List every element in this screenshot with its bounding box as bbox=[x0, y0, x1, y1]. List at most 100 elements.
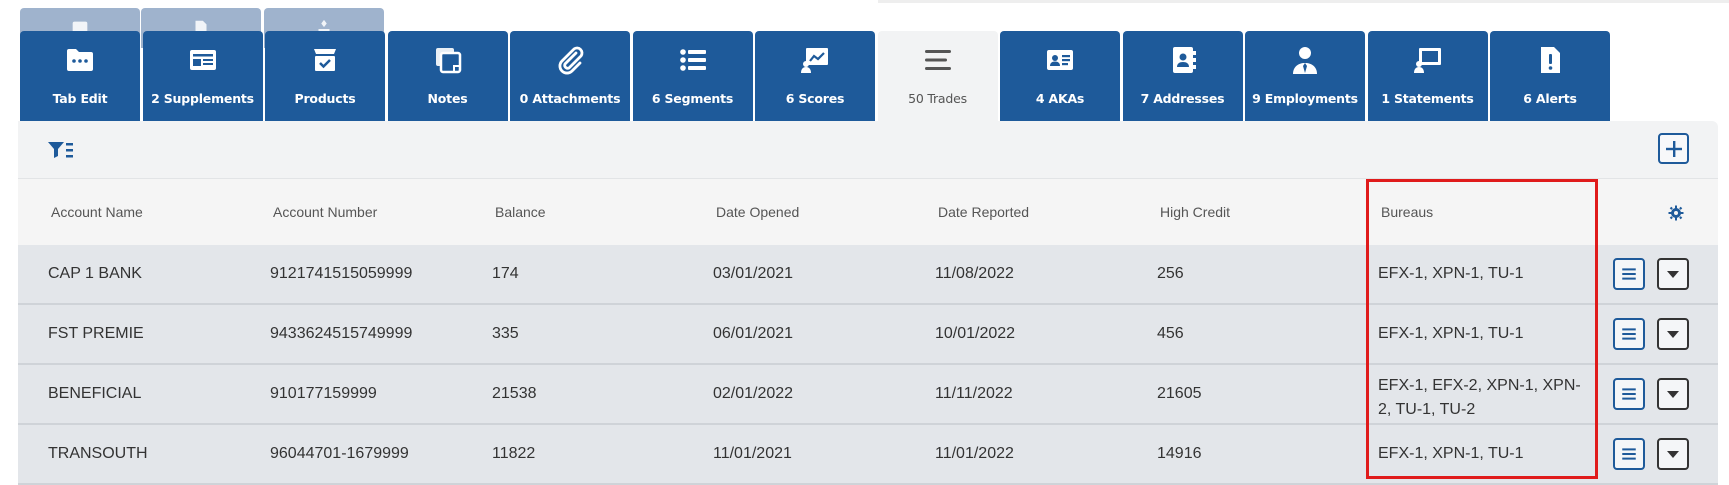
tab-scores[interactable]: 6 Scores bbox=[755, 31, 875, 121]
cell-date-reported: 11/11/2022 bbox=[935, 385, 1013, 402]
add-trade-button[interactable] bbox=[1658, 133, 1689, 164]
cell-bureaus: EFX-1, XPN-1, TU-1 bbox=[1378, 325, 1524, 342]
filter-icon[interactable] bbox=[46, 139, 74, 161]
cell-date-opened: 06/01/2021 bbox=[713, 325, 794, 342]
cell-date-opened: 11/01/2021 bbox=[713, 445, 792, 462]
details-button[interactable] bbox=[1613, 438, 1645, 470]
cell-balance: 174 bbox=[492, 265, 519, 282]
cell-date-reported: 11/08/2022 bbox=[935, 265, 1014, 282]
cell-balance: 335 bbox=[492, 325, 519, 342]
tab-label: 2 Supplements bbox=[151, 91, 254, 106]
folder-icon bbox=[67, 49, 93, 71]
gear-icon[interactable] bbox=[1668, 205, 1684, 221]
tab-products[interactable]: Products bbox=[265, 31, 385, 121]
caret-down-icon bbox=[1667, 451, 1679, 458]
tab-label: Products bbox=[294, 91, 356, 106]
tab-label: 50 Trades bbox=[908, 91, 967, 106]
background-divider bbox=[878, 0, 1729, 3]
cell-account-number: 9121741515059999 bbox=[270, 265, 413, 282]
tab-notes[interactable]: Notes bbox=[387, 31, 508, 121]
cell-date-reported: 10/01/2022 bbox=[935, 325, 1016, 342]
cell-high-credit: 456 bbox=[1157, 325, 1184, 342]
column-header-date-reported[interactable]: Date Reported bbox=[938, 204, 1029, 220]
cell-bureaus: EFX-1, XPN-1, TU-1 bbox=[1378, 265, 1524, 282]
table-header: Account Name Account Number Balance Date… bbox=[18, 178, 1718, 246]
table-row: CAP 1 BANK 9121741515059999 174 03/01/20… bbox=[18, 245, 1718, 305]
cell-balance: 11822 bbox=[492, 445, 536, 462]
list-icon bbox=[679, 49, 706, 71]
caret-down-icon bbox=[1667, 391, 1679, 398]
expand-row-button[interactable] bbox=[1657, 318, 1689, 350]
column-header-high-credit[interactable]: High Credit bbox=[1160, 204, 1230, 220]
tab-addresses[interactable]: 7 Addresses bbox=[1122, 31, 1243, 121]
cell-date-opened: 02/01/2022 bbox=[713, 385, 794, 402]
expand-row-button[interactable] bbox=[1657, 438, 1689, 470]
expand-row-button[interactable] bbox=[1657, 258, 1689, 290]
trades-panel: Account Name Account Number Balance Date… bbox=[18, 121, 1718, 485]
details-button[interactable] bbox=[1613, 318, 1645, 350]
cell-account-name: BENEFICIAL bbox=[48, 385, 142, 402]
box-icon bbox=[314, 49, 336, 71]
details-button[interactable] bbox=[1613, 258, 1645, 290]
plus-icon bbox=[1665, 140, 1682, 157]
cell-date-opened: 03/01/2021 bbox=[713, 265, 794, 282]
caret-down-icon bbox=[1667, 331, 1679, 338]
list-lines-icon bbox=[1622, 448, 1636, 460]
cell-account-name: CAP 1 BANK bbox=[48, 265, 142, 282]
tab-statements[interactable]: 1 Statements bbox=[1367, 31, 1488, 121]
table-toolbar bbox=[18, 121, 1718, 178]
table-row: BENEFICIAL 910177159999 21538 02/01/2022… bbox=[18, 365, 1718, 425]
id-card-icon bbox=[189, 50, 216, 70]
column-header-account-number[interactable]: Account Number bbox=[273, 204, 377, 220]
address-book-icon bbox=[1172, 47, 1196, 73]
cell-account-number: 9433624515749999 bbox=[270, 325, 413, 342]
tab-akas[interactable]: 4 AKAs bbox=[1000, 31, 1120, 121]
cell-account-name: TRANSOUTH bbox=[48, 445, 148, 462]
list-lines-icon bbox=[1622, 268, 1636, 280]
user-tie-icon bbox=[1293, 47, 1317, 74]
details-button[interactable] bbox=[1613, 378, 1645, 410]
tab-attachments[interactable]: 0 Attachments bbox=[510, 31, 630, 121]
contact-card-icon bbox=[1047, 50, 1073, 70]
file-alert-icon bbox=[1541, 47, 1560, 73]
table-row: FST PREMIE 9433624515749999 335 06/01/20… bbox=[18, 305, 1718, 365]
tab-label: 1 Statements bbox=[1381, 91, 1474, 106]
tab-bar: Tab Edit 2 Supplements Products Notes 0 … bbox=[20, 31, 1613, 121]
table-row: TRANSOUTH 96044701-1679999 11822 11/01/2… bbox=[18, 425, 1718, 485]
tab-edit[interactable]: Tab Edit bbox=[20, 31, 140, 121]
cell-account-name: FST PREMIE bbox=[48, 325, 144, 342]
tab-trades[interactable]: 50 Trades bbox=[877, 31, 998, 121]
tab-employments[interactable]: 9 Employments bbox=[1245, 31, 1365, 121]
expand-row-button[interactable] bbox=[1657, 378, 1689, 410]
tab-label: 4 AKAs bbox=[1035, 91, 1085, 106]
cell-account-number: 96044701-1679999 bbox=[270, 445, 409, 462]
tab-label: 6 Alerts bbox=[1523, 91, 1577, 106]
list-lines-icon bbox=[1622, 328, 1636, 340]
paperclip-icon bbox=[558, 46, 584, 75]
presentation-icon bbox=[1413, 48, 1441, 73]
tab-label: 9 Employments bbox=[1252, 91, 1358, 106]
cell-high-credit: 256 bbox=[1157, 265, 1184, 282]
tab-alerts[interactable]: 6 Alerts bbox=[1490, 31, 1610, 121]
cell-account-number: 910177159999 bbox=[270, 385, 377, 402]
column-header-bureaus[interactable]: Bureaus bbox=[1381, 204, 1433, 220]
cell-bureaus: EFX-1, XPN-1, TU-1 bbox=[1378, 445, 1524, 462]
cell-bureaus: EFX-1, EFX-2, XPN-1, XPN-2, TU-1, TU-2 bbox=[1378, 377, 1581, 418]
tab-supplements[interactable]: 2 Supplements bbox=[142, 31, 263, 121]
tab-label: 6 Segments bbox=[651, 91, 734, 106]
cell-high-credit: 14916 bbox=[1157, 445, 1202, 462]
column-header-account-name[interactable]: Account Name bbox=[51, 204, 143, 220]
list-lines-icon bbox=[1622, 388, 1636, 400]
column-header-balance[interactable]: Balance bbox=[495, 204, 546, 220]
tab-label: Tab Edit bbox=[52, 91, 108, 106]
cell-date-reported: 11/01/2022 bbox=[935, 445, 1014, 462]
menu-lines-icon bbox=[924, 50, 951, 70]
tab-label: 0 Attachments bbox=[519, 91, 621, 106]
cell-balance: 21538 bbox=[492, 385, 537, 402]
tab-label: 6 Scores bbox=[785, 91, 845, 106]
tab-label: Notes bbox=[427, 91, 468, 106]
column-header-date-opened[interactable]: Date Opened bbox=[716, 204, 799, 220]
tab-label: 7 Addresses bbox=[1140, 91, 1225, 106]
notes-icon bbox=[435, 48, 461, 74]
tab-segments[interactable]: 6 Segments bbox=[632, 31, 753, 121]
